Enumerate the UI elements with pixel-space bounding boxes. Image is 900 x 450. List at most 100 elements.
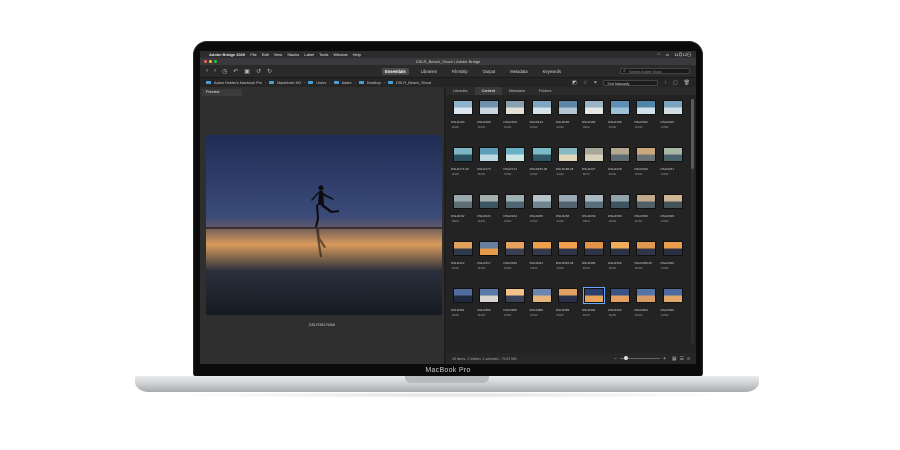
recent-icon[interactable]: ◷ <box>222 68 227 75</box>
thumbnail-image[interactable] <box>479 147 500 162</box>
thumbnail-item[interactable]: DSLR309 .RAW <box>660 193 686 231</box>
thumbnail-item[interactable]: DSLR340 .RAW <box>502 240 528 278</box>
thumbnail-image[interactable] <box>610 288 631 303</box>
zoom-in-icon[interactable]: + <box>663 356 666 362</box>
tab-libraries-panel[interactable]: Libraries <box>446 87 475 95</box>
details-view-icon[interactable]: ☰ <box>680 356 684 362</box>
thumbnail-image[interactable] <box>636 241 657 256</box>
thumbnail-item[interactable]: DSLR182 .RAW <box>633 99 659 137</box>
thumbnail-image[interactable] <box>636 147 657 162</box>
tab-preview[interactable]: Preview <box>202 89 242 96</box>
thumbnail-image[interactable] <box>453 147 473 162</box>
thumbnail-item[interactable]: DSLR395 .RAW <box>660 287 686 325</box>
thumbnail-image[interactable] <box>505 100 526 115</box>
thumbnail-image[interactable] <box>636 194 657 209</box>
tab-filmstrip[interactable]: Filmstrip <box>449 68 471 75</box>
thumbnail-item[interactable]: DSLR385 .RAW <box>502 287 528 325</box>
tab-metadata[interactable]: Metadata <box>507 68 530 75</box>
tab-folders[interactable]: Folders <box>532 87 559 95</box>
tab-libraries[interactable]: Libraries <box>418 68 440 75</box>
thumbnail-image[interactable] <box>582 287 605 304</box>
zoom-slider-knob[interactable] <box>623 356 628 360</box>
menu-clock[interactable]: 11月12日 <box>674 52 691 58</box>
thumbnail-item[interactable]: DSLR382 .RAW <box>476 287 502 325</box>
thumbnail-item[interactable]: DSLR386 .RAW <box>529 287 555 325</box>
thumbnail-item[interactable]: DSLR108 .RAW <box>476 99 502 137</box>
quality-icon[interactable]: ◩ <box>572 80 577 86</box>
thumbnail-image[interactable] <box>453 288 473 303</box>
breadcrumb-computer[interactable]: Adam Hobbs's Macbook Pro <box>214 81 262 85</box>
thumbnail-image[interactable] <box>662 288 683 303</box>
thumbnail-image[interactable] <box>505 288 526 303</box>
thumbnail-image[interactable] <box>557 288 578 303</box>
thumbnail-item[interactable]: DSLR169 .HEIC <box>581 99 607 137</box>
thumbnail-item[interactable]: DSLR183.tiff .RAW <box>529 146 555 184</box>
search-input[interactable]: Search Adobe Stock <box>620 68 690 74</box>
breadcrumb-drive[interactable]: Macintosh HD <box>277 81 301 85</box>
thumbnail-item[interactable]: DSLR232 .HEIC <box>450 193 476 231</box>
thumbnail-item[interactable]: DSLR180 .RAW <box>607 99 633 137</box>
thumbnail-item[interactable]: DSLR368.tiff .RAW <box>633 240 659 278</box>
scrollbar-thumb[interactable] <box>691 99 694 169</box>
menu-tools[interactable]: Tools <box>319 52 328 57</box>
thumbnail-item[interactable]: DSLR341 .HEIC <box>529 240 555 278</box>
thumbnail-item[interactable]: DSLR231 .RAW <box>660 146 686 184</box>
thumbnail-item[interactable]: DSLR171.tiff .RAW <box>450 146 476 184</box>
thumbnail-image[interactable] <box>479 241 500 256</box>
thumbnail-item[interactable]: DSLR233 .RAW <box>476 193 502 231</box>
thumbnail-image[interactable] <box>610 241 631 256</box>
thumbnail-image[interactable] <box>531 194 552 209</box>
grid-view-icon[interactable]: ▦ <box>672 356 677 362</box>
sort-ascending-icon[interactable]: ↑ <box>664 80 667 86</box>
thumbnail-image[interactable] <box>453 241 473 256</box>
rotate-right-icon[interactable]: ↻ <box>267 68 272 75</box>
thumbnail-item[interactable]: DSLR143 .RAW <box>529 99 555 137</box>
breadcrumb-adam[interactable]: Adam <box>342 81 352 85</box>
new-folder-icon[interactable]: ▢ <box>673 80 678 86</box>
thumbnail-item[interactable]: DSLR173 .RAW <box>476 146 502 184</box>
battery-icon[interactable]: ▭ <box>666 52 670 58</box>
thumbnail-item[interactable]: DSLR236 .RAW <box>529 193 555 231</box>
boomerang-icon[interactable]: ↶ <box>233 68 238 75</box>
camera-import-icon[interactable]: ▣ <box>244 68 250 75</box>
thumbnail-image[interactable] <box>479 100 500 115</box>
thumbnail-image[interactable] <box>557 194 578 209</box>
tab-essentials[interactable]: Essentials <box>382 67 409 75</box>
thumbnail-image[interactable] <box>531 288 552 303</box>
thumbnail-image[interactable] <box>479 194 500 209</box>
menu-window[interactable]: Window <box>333 52 347 57</box>
thumbnail-image[interactable] <box>662 100 683 115</box>
thumbnail-item[interactable]: DSLR394 .RAW <box>633 287 659 325</box>
content-scrollbar[interactable] <box>691 99 694 344</box>
thumbnail-image[interactable] <box>557 147 578 162</box>
thumbnail-item[interactable]: DSLR234 .RAW <box>502 193 528 231</box>
zoom-slider[interactable] <box>619 356 660 360</box>
close-window-button[interactable] <box>204 60 207 63</box>
filter-icon[interactable]: ⏷ <box>593 80 597 86</box>
thumbnail-item[interactable]: DSLR366 .RAW <box>607 240 633 278</box>
menu-view[interactable]: View <box>274 52 283 57</box>
menu-file[interactable]: File <box>250 52 256 57</box>
zoom-out-icon[interactable]: − <box>614 356 617 362</box>
thumbnail-item[interactable]: DSLR389 .RAW <box>555 287 581 325</box>
zoom-window-button[interactable] <box>214 60 217 63</box>
tab-content[interactable]: Content <box>474 87 502 95</box>
tab-output[interactable]: Output <box>480 68 499 75</box>
thumbnail-image[interactable] <box>531 147 552 162</box>
thumbnail-image[interactable] <box>610 194 631 209</box>
thumbnail-image[interactable] <box>531 241 552 256</box>
list-view-icon[interactable]: ≡ <box>687 356 690 362</box>
menu-app-name[interactable]: Adobe Bridge 2020 <box>209 52 245 57</box>
thumbnail-image[interactable] <box>662 194 683 209</box>
thumbnail-item[interactable]: DSLR381 .RAW <box>450 287 476 325</box>
breadcrumb-current-folder[interactable]: DSLR_Beach_Shoot <box>396 81 431 85</box>
thumbnail-image[interactable] <box>557 241 578 256</box>
menu-stacks[interactable]: Stacks <box>287 52 299 57</box>
thumbnail-item[interactable]: DSLR186.tiff .RAW <box>555 146 581 184</box>
thumbnail-image[interactable] <box>479 288 500 303</box>
minimize-window-button[interactable] <box>209 60 212 63</box>
thumbnail-image[interactable] <box>583 100 604 115</box>
thumbnail-item[interactable]: DSLR317 .RAW <box>476 240 502 278</box>
thumbnail-item[interactable]: DSLR306 .RAW <box>607 193 633 231</box>
menu-label[interactable]: Label <box>304 52 314 57</box>
